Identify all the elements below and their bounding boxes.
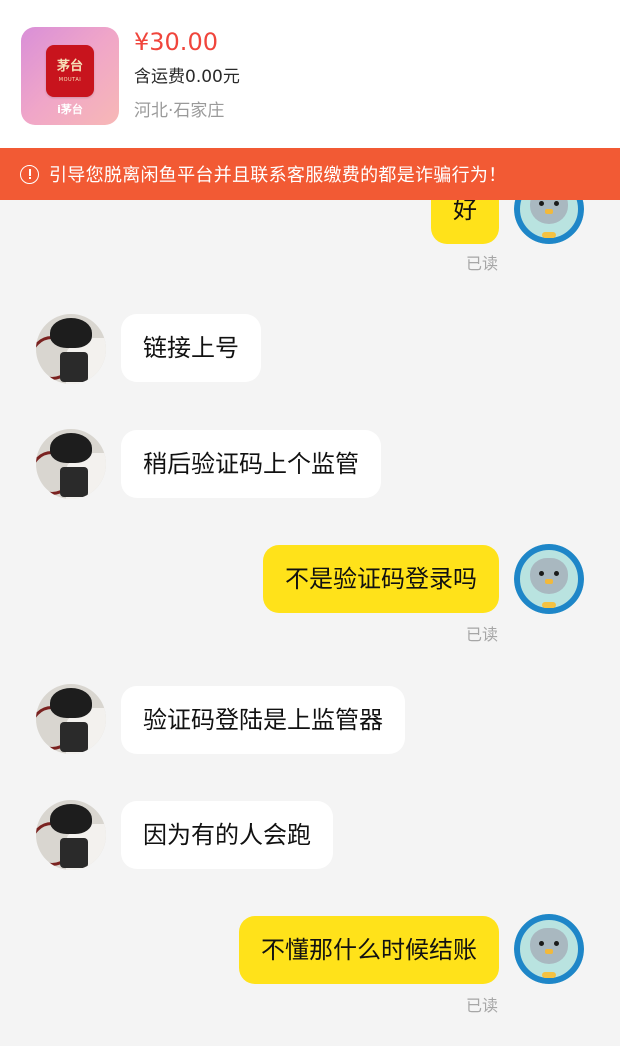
logo-text: 茅台 (56, 59, 83, 74)
seller-avatar[interactable] (36, 800, 106, 870)
read-receipt: 已读 (466, 625, 499, 644)
message-bubble-incoming[interactable]: 验证码登陆是上监管器 (121, 686, 405, 754)
logo-subtext: MOUTAI (58, 77, 82, 83)
moutai-logo: 茅台 MOUTAI (46, 45, 94, 97)
seller-location: 河北·石家庄 (134, 101, 225, 121)
read-receipt: 已读 (466, 254, 499, 273)
message-bubble-incoming[interactable]: 链接上号 (121, 314, 261, 382)
product-card[interactable]: 茅台 MOUTAI i茅台 ¥30.00 含运费0.00元 河北·石家庄 (0, 0, 620, 148)
app-name-caption: i茅台 (57, 103, 83, 116)
seller-avatar[interactable] (36, 429, 106, 499)
product-price: ¥30.00 (134, 28, 218, 56)
shipping-fee: 含运费0.00元 (134, 67, 240, 87)
read-receipt: 已读 (466, 996, 499, 1015)
seller-avatar[interactable] (36, 684, 106, 754)
message-bubble-incoming[interactable]: 稍后验证码上个监管 (121, 430, 381, 498)
message-bubble-outgoing[interactable]: 不懂那什么时候结账 (239, 916, 499, 984)
alert-circle-icon (20, 164, 39, 184)
warning-text: 引导您脱离闲鱼平台并且联系客服缴费的都是诈骗行为！ (49, 165, 507, 186)
my-avatar[interactable] (514, 544, 584, 614)
seller-avatar[interactable] (36, 314, 106, 384)
my-avatar[interactable] (514, 914, 584, 984)
message-bubble-outgoing[interactable]: 不是验证码登录吗 (263, 545, 499, 613)
product-thumbnail[interactable]: 茅台 MOUTAI i茅台 (21, 27, 119, 125)
message-bubble-incoming[interactable]: 因为有的人会跑 (121, 801, 333, 869)
fraud-warning-banner: 引导您脱离闲鱼平台并且联系客服缴费的都是诈骗行为！ (0, 148, 620, 200)
